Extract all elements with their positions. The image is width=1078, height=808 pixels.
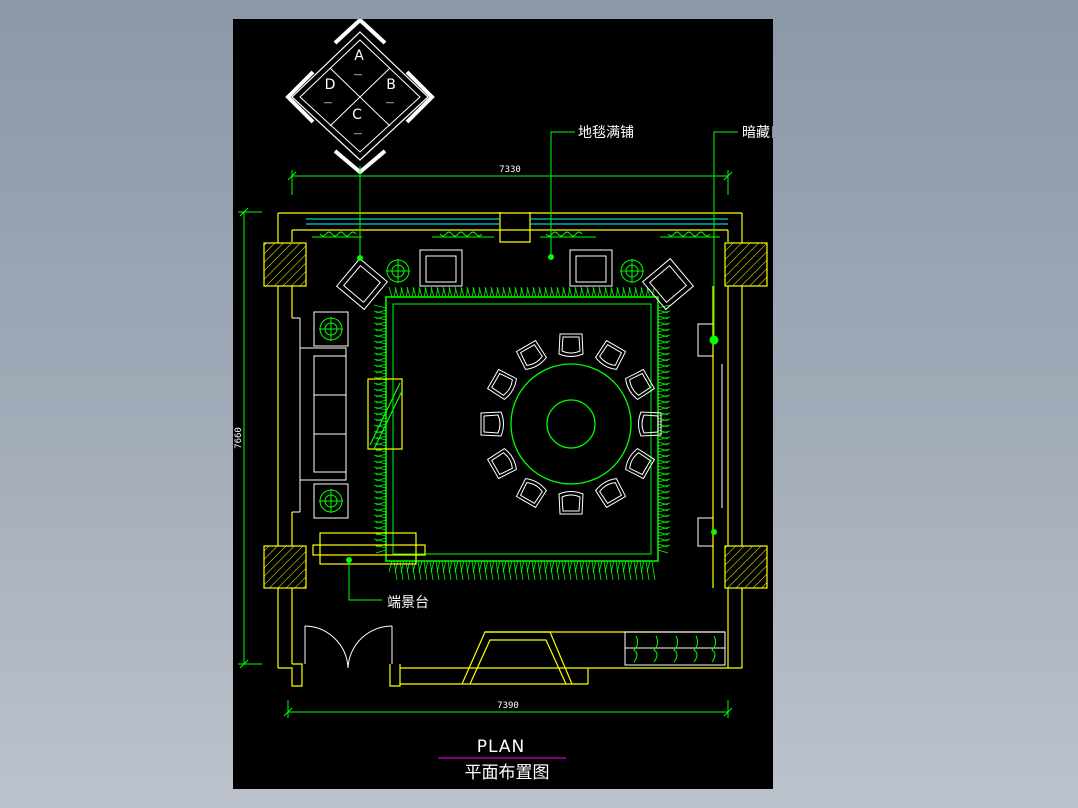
dining-chair	[638, 411, 662, 437]
dining-chair	[515, 478, 548, 509]
dining-chair	[558, 491, 584, 515]
title-plan-en: PLAN	[477, 737, 525, 757]
legend-dash-c: —	[354, 129, 363, 139]
window-curtain	[306, 218, 728, 225]
dining-table	[510, 363, 632, 485]
feature-console	[312, 532, 426, 565]
legend-letter-a: A	[354, 48, 364, 64]
dining-chair	[625, 368, 656, 401]
entry-doors	[304, 625, 393, 669]
armchair-top-left	[335, 257, 389, 311]
lightstrip-label: 暗藏日光灯带	[742, 125, 773, 141]
dining-chair	[515, 339, 548, 370]
dining-chair	[594, 478, 627, 509]
cabinet-hangers	[633, 635, 717, 663]
armchair-top-right	[641, 257, 695, 311]
side-tables-left	[313, 311, 349, 519]
dimension-top-width: 7330	[499, 165, 521, 175]
dining-chair	[486, 447, 517, 480]
legend-letter-b: B	[386, 77, 396, 93]
dining-chair	[480, 411, 504, 437]
drawing-sheet: A B C D — — — — 7330 7390 7660 地毯满铺 暗藏 端…	[233, 19, 773, 789]
dimension-bottom-width: 7390	[497, 701, 519, 711]
legend-letter-c: C	[352, 107, 362, 123]
carpet-area	[373, 286, 671, 581]
table-lamps-top	[386, 259, 644, 283]
legend-dash-a: —	[354, 70, 363, 80]
dining-chair	[558, 333, 584, 357]
carpet-label: 地毯满铺	[578, 125, 634, 141]
dining-chair	[594, 339, 627, 370]
left-sofa	[292, 317, 347, 513]
dining-chair	[625, 447, 656, 480]
room-walls	[277, 212, 743, 687]
structural-columns	[263, 242, 768, 589]
curtain-tracks	[312, 231, 720, 238]
annotation-leaders	[346, 131, 738, 601]
armchair-top-center-right	[569, 249, 613, 287]
armchair-top-center-left	[419, 249, 463, 287]
dining-chair	[486, 368, 517, 401]
floor-plan-drawing: A B C D — — — — 7330 7390 7660 地毯满铺 暗藏 端…	[234, 19, 773, 783]
dining-chairs	[480, 333, 662, 515]
elevation-legend: A B C D — — — —	[285, 19, 435, 175]
drawing-title: PLAN 平面布置图	[438, 737, 566, 783]
legend-dash-d: —	[324, 98, 333, 108]
legend-letter-d: D	[325, 77, 336, 93]
title-plan-cn: 平面布置图	[465, 763, 550, 783]
top-lounge	[335, 249, 695, 311]
dimension-left-height: 7660	[234, 427, 244, 449]
legend-dash-b: —	[386, 98, 395, 108]
coffee-table	[367, 378, 403, 450]
feature-table-label: 端景台	[387, 595, 429, 611]
right-wall-fixtures	[697, 323, 723, 547]
